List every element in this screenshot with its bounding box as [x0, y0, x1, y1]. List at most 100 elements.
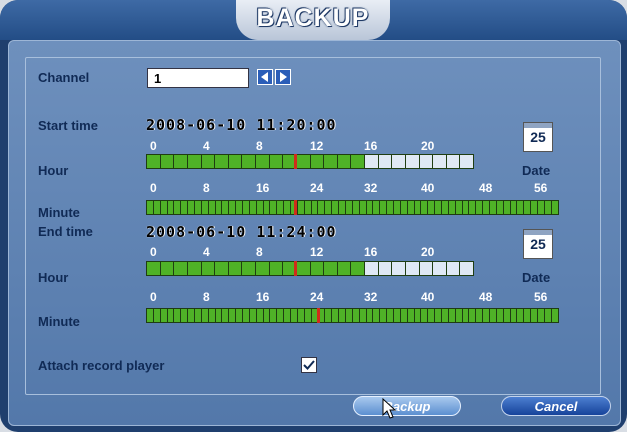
- time-segment: [229, 309, 237, 322]
- start-time-label: Start time: [38, 118, 98, 133]
- time-segment: [174, 201, 182, 214]
- time-segment: [174, 309, 182, 322]
- start-date-day: 25: [530, 129, 546, 145]
- time-segment: [373, 201, 381, 214]
- end-time-value[interactable]: 2008-06-10 11:24:00: [146, 223, 337, 241]
- end-hour-bar[interactable]: [146, 261, 474, 276]
- time-segment: [256, 309, 264, 322]
- end-minute-bar[interactable]: [146, 308, 559, 323]
- time-segment: [421, 309, 429, 322]
- time-segment: [407, 309, 415, 322]
- minute-tick: 16: [256, 290, 270, 304]
- checkmark-icon: [303, 360, 315, 370]
- time-segment: [393, 201, 401, 214]
- end-date-label: Date: [522, 270, 551, 285]
- hour-tick: 0: [150, 139, 157, 153]
- time-segment: [365, 262, 379, 275]
- time-segment: [188, 201, 196, 214]
- time-segment: [242, 155, 256, 168]
- end-date-button[interactable]: 25: [523, 229, 553, 259]
- time-segment: [373, 309, 381, 322]
- time-segment: [524, 309, 532, 322]
- start-hour-bar[interactable]: [146, 154, 474, 169]
- hour-tick: 4: [203, 139, 210, 153]
- time-segment: [337, 262, 352, 275]
- time-segment: [428, 201, 436, 214]
- cancel-button[interactable]: Cancel: [501, 396, 611, 416]
- time-segment: [167, 309, 175, 322]
- backup-button[interactable]: Backup: [353, 396, 461, 416]
- time-segment: [256, 201, 264, 214]
- time-segment: [249, 201, 257, 214]
- time-segment: [324, 155, 338, 168]
- time-segment: [201, 262, 216, 275]
- attach-record-player-checkbox[interactable]: [301, 357, 317, 373]
- time-segment: [236, 201, 244, 214]
- minute-tick: 56: [534, 290, 548, 304]
- time-segment: [503, 201, 511, 214]
- time-segment: [296, 155, 311, 168]
- time-segment: [160, 155, 175, 168]
- start-time-value[interactable]: 2008-06-10 11:20:00: [146, 116, 337, 134]
- minute-tick: 40: [421, 290, 435, 304]
- time-segment: [476, 309, 484, 322]
- start-date-button[interactable]: 25: [523, 122, 553, 152]
- time-segment: [551, 201, 558, 214]
- time-segment: [153, 309, 161, 322]
- time-segment: [380, 309, 388, 322]
- channel-prev-button[interactable]: [257, 69, 273, 85]
- time-segment: [446, 155, 461, 168]
- time-segment: [263, 201, 271, 214]
- time-segment: [147, 309, 154, 322]
- time-segment: [284, 201, 292, 214]
- minute-tick: 24: [310, 290, 324, 304]
- time-segment: [455, 201, 463, 214]
- start-minute-bar[interactable]: [146, 200, 559, 215]
- time-segment: [243, 201, 250, 214]
- time-segment: [387, 309, 394, 322]
- arrow-right-icon: [280, 72, 287, 82]
- time-segment: [297, 309, 305, 322]
- time-segment: [510, 201, 518, 214]
- time-segment: [277, 309, 285, 322]
- time-segment: [325, 309, 333, 322]
- time-segment: [201, 309, 209, 322]
- time-segment: [352, 309, 360, 322]
- time-segment: [455, 309, 463, 322]
- minute-tick: 16: [256, 181, 270, 195]
- minute-tick: 56: [534, 181, 548, 195]
- time-segment: [544, 201, 552, 214]
- time-segment: [428, 309, 436, 322]
- time-segment: [531, 309, 538, 322]
- time-segment: [147, 262, 161, 275]
- channel-next-button[interactable]: [275, 69, 291, 85]
- time-segment: [181, 201, 189, 214]
- time-segment: [345, 309, 353, 322]
- time-segment: [387, 201, 394, 214]
- minute-tick: 48: [479, 181, 493, 195]
- title-tab: BACKUP: [236, 0, 390, 40]
- hour-tick: 20: [421, 139, 435, 153]
- time-segment: [242, 262, 256, 275]
- time-segment: [174, 262, 188, 275]
- minute-tick: 0: [150, 181, 157, 195]
- time-segment: [433, 155, 447, 168]
- mouse-pointer-icon: [382, 398, 397, 419]
- hour-tick: 4: [203, 245, 210, 259]
- time-segment: [496, 201, 504, 214]
- channel-field[interactable]: 1: [147, 68, 249, 88]
- end-minute-label: Minute: [38, 314, 80, 329]
- time-segment: [339, 309, 346, 322]
- time-segment: [304, 309, 312, 322]
- time-segment: [405, 155, 420, 168]
- time-segment: [392, 155, 406, 168]
- calendar-icon: [524, 230, 552, 235]
- time-segment: [269, 262, 284, 275]
- time-segment: [378, 262, 393, 275]
- channel-label: Channel: [38, 70, 90, 85]
- time-segment: [325, 201, 333, 214]
- time-segment: [174, 155, 188, 168]
- time-segment: [304, 201, 312, 214]
- time-segment: [544, 309, 552, 322]
- time-segment: [345, 201, 353, 214]
